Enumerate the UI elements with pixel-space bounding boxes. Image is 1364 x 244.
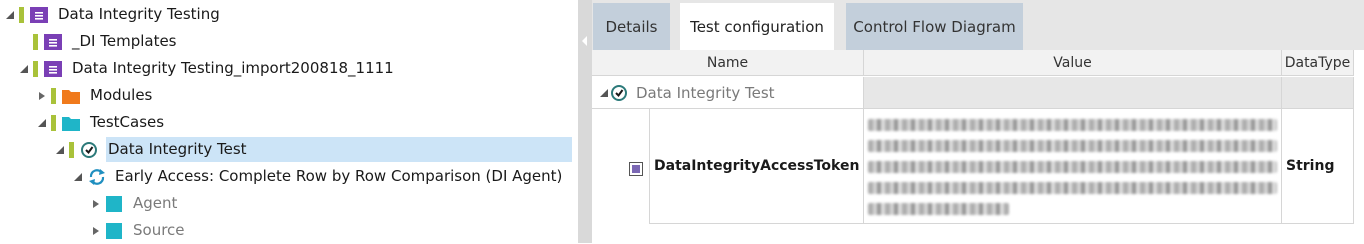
square-teal-icon: [105, 195, 123, 213]
collapse-arrow-icon[interactable]: [5, 10, 15, 20]
parameter-value-cell[interactable]: [864, 109, 1282, 224]
expand-arrow-icon[interactable]: [91, 199, 101, 209]
tree-item-label: Data Integrity Testing: [58, 5, 220, 23]
column-header-value[interactable]: Value: [864, 50, 1282, 76]
parameter-datatype-cell[interactable]: String: [1282, 109, 1354, 224]
expand-arrow-icon[interactable]: [37, 91, 47, 101]
detail-panel: Details Test configuration Control Flow …: [592, 0, 1364, 243]
test-case-icon: [80, 141, 98, 159]
folder-purple-icon: [44, 33, 62, 51]
collapse-left-icon[interactable]: [582, 36, 587, 46]
refresh-icon: [87, 168, 105, 186]
tree-item-source[interactable]: Source: [91, 217, 191, 244]
tree-item-label: Agent: [133, 194, 178, 212]
parameter-name-cell[interactable]: DataIntegrityAccessToken: [650, 109, 864, 224]
parameter-checkbox[interactable]: [629, 159, 643, 177]
redacted-value-line: [868, 140, 1277, 152]
checkbox-icon[interactable]: [629, 162, 643, 176]
folder-purple-icon: [30, 6, 48, 24]
redacted-value-line: [868, 119, 1277, 131]
status-marker: [51, 114, 56, 131]
tree-item-label: Data Integrity Testing_import200818_1111: [72, 59, 394, 77]
tab-control-flow-diagram[interactable]: Control Flow Diagram: [846, 3, 1023, 50]
folder-purple-icon: [44, 60, 62, 78]
folder-teal-icon: [62, 114, 80, 132]
parameter-datatype: String: [1286, 158, 1335, 174]
redacted-value-line: [868, 161, 1277, 173]
status-marker: [51, 87, 56, 104]
folder-orange-icon: [62, 87, 80, 105]
redacted-value-line: [868, 203, 1009, 215]
collapse-arrow-icon[interactable]: [19, 64, 29, 74]
status-marker: [19, 6, 24, 23]
status-marker: [69, 141, 74, 158]
tree-item-label: Data Integrity Test: [106, 137, 572, 162]
tree-item-label: Early Access: Complete Row by Row Compar…: [115, 167, 563, 185]
group-label: Data Integrity Test: [630, 77, 864, 109]
collapse-arrow-icon[interactable]: [73, 172, 83, 182]
tab-test-configuration[interactable]: Test configuration: [680, 3, 834, 50]
collapse-arrow-icon[interactable]: [37, 118, 47, 128]
tree-item-modules[interactable]: Modules: [37, 82, 158, 109]
collapse-arrow-icon[interactable]: [600, 89, 608, 97]
collapse-arrow-icon[interactable]: [55, 145, 65, 155]
project-tree: Data Integrity Testing _DI Templates Dat…: [0, 0, 578, 243]
tree-item-data-integrity-test[interactable]: Data Integrity Test: [55, 136, 572, 163]
test-case-icon: [611, 85, 627, 101]
expand-arrow-icon[interactable]: [91, 226, 101, 236]
tab-bar: Details Test configuration Control Flow …: [592, 0, 1364, 50]
panel-splitter[interactable]: [578, 0, 592, 243]
tree-item-testcases[interactable]: TestCases: [37, 109, 170, 136]
tree-item-label: Modules: [90, 86, 153, 104]
group-datatype-cell: [1282, 77, 1354, 109]
tree-item-label: TestCases: [90, 113, 165, 131]
status-marker: [33, 33, 38, 50]
tree-item-di-templates[interactable]: _DI Templates: [19, 28, 183, 55]
group-value-cell: [864, 77, 1282, 109]
column-header-name[interactable]: Name: [592, 50, 864, 76]
tab-details[interactable]: Details: [593, 3, 670, 50]
status-marker: [33, 60, 38, 77]
tree-item-label: _DI Templates: [72, 32, 177, 50]
tree-item-import-folder[interactable]: Data Integrity Testing_import200818_1111: [19, 55, 400, 82]
column-header-datatype[interactable]: DataType: [1282, 50, 1354, 76]
tree-item-data-integrity-testing[interactable]: Data Integrity Testing: [5, 1, 226, 28]
tree-item-early-access[interactable]: Early Access: Complete Row by Row Compar…: [73, 163, 568, 190]
tree-item-label: Source: [133, 221, 185, 239]
redacted-value-line: [868, 182, 1277, 194]
tree-item-agent[interactable]: Agent: [91, 190, 183, 217]
square-teal-icon: [105, 222, 123, 240]
group-expander[interactable]: [592, 77, 630, 109]
parameter-name: DataIntegrityAccessToken: [654, 158, 860, 174]
